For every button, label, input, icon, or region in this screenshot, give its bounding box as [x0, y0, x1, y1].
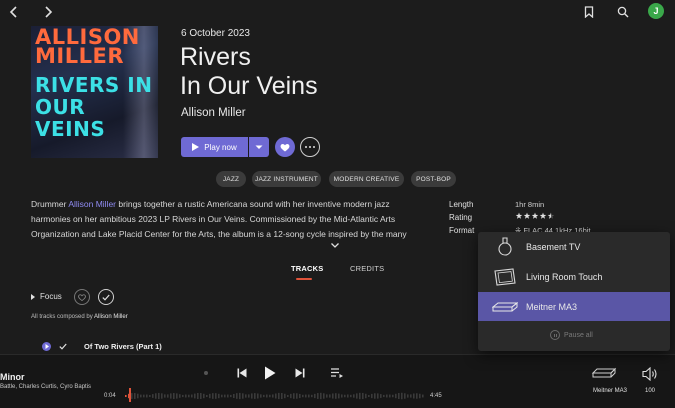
play-icon: [45, 344, 49, 349]
play-pause-icon[interactable]: [263, 364, 277, 382]
play-now-button[interactable]: Play now: [181, 137, 248, 157]
volume-level: 100: [645, 388, 656, 394]
expand-description-icon[interactable]: [330, 241, 340, 249]
format-label: Format: [449, 226, 475, 235]
device-item-meitner-ma3[interactable]: Meitner MA3: [478, 292, 670, 321]
forward-chevron-icon[interactable]: [40, 4, 56, 20]
active-tab-indicator: [296, 278, 312, 280]
rating-star-icon: [531, 212, 539, 219]
next-track-icon[interactable]: [294, 366, 306, 380]
volume-icon[interactable]: [642, 367, 658, 381]
focus-filter[interactable]: Focus: [31, 292, 62, 301]
device-label: Living Room Touch: [526, 271, 603, 282]
pause-icon: [550, 330, 560, 340]
pause-all-label: Pause all: [564, 331, 593, 339]
streamer-box-icon: [492, 297, 518, 317]
album-description: Drummer Allison Miller brings together a…: [31, 199, 407, 239]
device-label: Meitner MA3: [526, 301, 578, 312]
back-chevron-icon[interactable]: [6, 4, 22, 20]
play-icon: [192, 143, 200, 151]
shuffle-indicator[interactable]: [204, 371, 208, 375]
cover-artist-text: ALLISON MILLER: [35, 26, 140, 68]
queue-icon[interactable]: [331, 368, 343, 378]
album-title-line-1: Rivers: [180, 43, 251, 71]
device-item-basement-tv[interactable]: Basement TV: [478, 232, 670, 261]
album-artist-link[interactable]: Allison Miller: [181, 107, 246, 119]
device-label: Basement TV: [526, 241, 581, 252]
now-playing-artists[interactable]: Battle, Charles Curtis, Cyro Baptis: [0, 384, 91, 390]
chevron-right-icon: [31, 293, 35, 300]
genre-tag-post-bop[interactable]: POST-BOP: [411, 171, 456, 187]
previous-track-icon[interactable]: [236, 366, 248, 380]
composer-note: All tracks composed by Allison Miller: [31, 314, 128, 320]
more-options-button[interactable]: [300, 137, 320, 157]
more-icon: [305, 146, 315, 148]
touch-display-icon: [492, 267, 518, 287]
rating-star-icon: [547, 212, 555, 219]
genre-tag-jazz-instrument[interactable]: JAZZ INSTRUMENT: [252, 171, 321, 187]
track-title[interactable]: Of Two Rivers (Part 1): [84, 342, 162, 351]
album-cover-art: ALLISON MILLER RIVERS IN OUR VEINS: [31, 26, 158, 158]
track-play-button[interactable]: [42, 342, 51, 351]
album-title-line-2: In Our Veins: [180, 72, 318, 100]
output-device-name[interactable]: Meitner MA3: [593, 388, 627, 394]
device-item-living-room-touch[interactable]: Living Room Touch: [478, 262, 670, 291]
now-playing-title[interactable]: Minor: [0, 372, 25, 382]
total-time: 4:45: [430, 393, 442, 399]
rating-stars: [515, 212, 555, 220]
favorite-button[interactable]: [275, 137, 295, 157]
speaker-icon: [492, 236, 518, 257]
heart-outline-icon: [78, 293, 86, 301]
composer-link[interactable]: Allison Miller: [94, 314, 128, 320]
rating-star-icon: [523, 212, 531, 219]
rating-star-icon: [539, 212, 547, 219]
tab-tracks[interactable]: TRACKS: [291, 264, 323, 273]
pause-all-button[interactable]: Pause all: [550, 328, 600, 342]
genre-tag-modern-creative[interactable]: MODERN CREATIVE: [329, 171, 404, 187]
heart-icon: [280, 143, 290, 151]
rating-star-icon: [515, 212, 523, 219]
playhead[interactable]: [129, 388, 131, 402]
bookmark-icon[interactable]: [582, 4, 596, 20]
chevron-down-icon: [255, 145, 263, 149]
play-options-dropdown[interactable]: [249, 137, 269, 157]
elapsed-time: 0:04: [104, 393, 116, 399]
focus-library-toggle[interactable]: [98, 289, 114, 305]
waveform-seekbar[interactable]: [125, 391, 425, 401]
track-in-library-icon[interactable]: [58, 342, 67, 351]
rating-label: Rating: [449, 213, 473, 222]
focus-label: Focus: [40, 292, 62, 301]
tab-credits[interactable]: CREDITS: [350, 264, 384, 273]
user-avatar[interactable]: J: [648, 3, 664, 19]
streamer-device-icon[interactable]: [591, 366, 617, 380]
play-now-label: Play now: [204, 142, 237, 152]
release-date: 6 October 2023: [181, 28, 250, 39]
artist-link[interactable]: Allison Miller: [68, 199, 116, 209]
device-selector-panel: Basement TV Living Room Touch Meitner MA…: [478, 232, 670, 351]
cover-title-text: RIVERS IN OUR VEINS: [35, 73, 153, 141]
check-icon: [102, 294, 110, 301]
length-label: Length: [449, 200, 474, 209]
focus-favorites-toggle[interactable]: [74, 289, 90, 305]
genre-tag-jazz[interactable]: JAZZ: [216, 171, 246, 187]
length-value: 1hr 8min: [515, 200, 545, 209]
album-title: Rivers In Our Veins: [180, 43, 440, 101]
search-icon[interactable]: [615, 4, 631, 20]
